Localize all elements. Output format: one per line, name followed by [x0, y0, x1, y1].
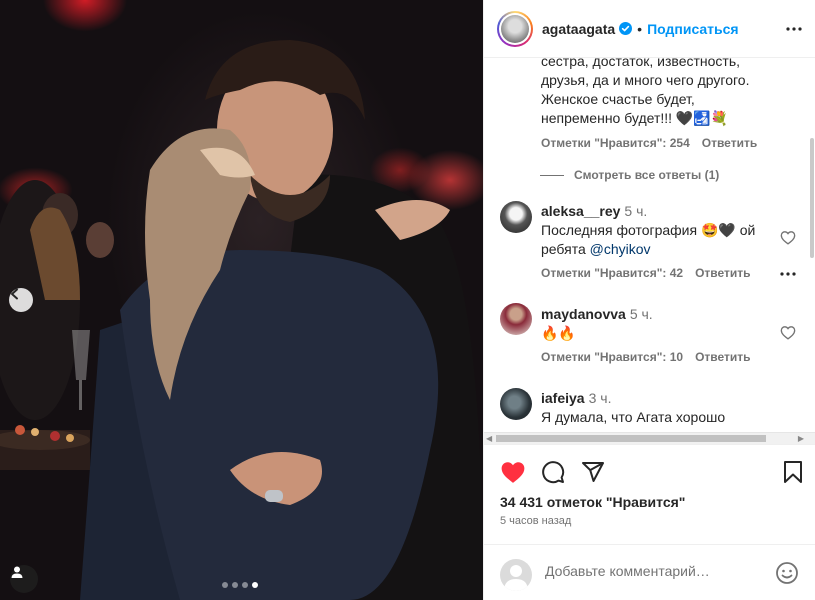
comment-text-line: непременно будет!!! 🖤🛃💐	[541, 110, 729, 126]
comment-item: aleksa__rey 5 ч. Последняя фотография 🤩🖤 …	[541, 203, 771, 280]
comment-item: maydanovva 5 ч. 🔥🔥 Отметки "Нравится": 10…	[541, 306, 771, 364]
carousel-dot	[232, 582, 238, 588]
separator-dot: •	[637, 20, 643, 37]
carousel-dot	[242, 582, 248, 588]
comment-item: iafeiya 3 ч. Я думала, что Агата хорошо	[541, 390, 771, 427]
like-heart-icon[interactable]	[500, 460, 526, 489]
view-replies-button[interactable]: Смотреть все ответы (1)	[540, 168, 719, 182]
vertical-scrollbar[interactable]	[809, 58, 815, 432]
carousel-dot	[222, 582, 228, 588]
tagged-users-button[interactable]	[10, 565, 38, 593]
comment-text-line: друзья, да и много чего другого.	[541, 72, 750, 88]
comment-text: 🔥🔥	[541, 325, 576, 341]
comment-likes-link[interactable]: Отметки "Нравится": 42	[541, 266, 683, 280]
comment-likes-link[interactable]: Отметки "Нравится": 254	[541, 136, 690, 150]
commenter-avatar[interactable]	[500, 303, 532, 335]
partial-comment: сестра, достаток, известность, друзья, д…	[541, 58, 757, 150]
comment-bubble-icon[interactable]	[541, 460, 565, 489]
comment-time[interactable]: 5 ч.	[630, 306, 653, 322]
scroll-left-arrow-icon[interactable]: ◀	[486, 434, 492, 443]
post-actions: 34 431 отметок "Нравится" 5 часов назад	[484, 444, 815, 544]
more-options-icon[interactable]	[785, 20, 803, 43]
mention-link[interactable]: @chyikov	[590, 241, 651, 257]
save-bookmark-icon[interactable]	[783, 460, 803, 489]
author-avatar[interactable]	[497, 10, 533, 47]
scroll-right-arrow-icon[interactable]: ▶	[798, 434, 804, 443]
commenter-avatar[interactable]	[500, 388, 532, 420]
commenter-avatar[interactable]	[500, 201, 532, 233]
comment-text-line: Женское счастье будет,	[541, 91, 695, 107]
comment-text: ребята	[541, 241, 590, 257]
like-comment-heart-icon[interactable]	[780, 325, 796, 345]
carousel-dot-active	[252, 582, 258, 588]
previous-slide-button[interactable]	[9, 288, 33, 312]
post-photo[interactable]	[0, 0, 483, 600]
reply-button[interactable]: Ответить	[702, 136, 757, 150]
comment-meta: Отметки "Нравится": 10 Ответить	[541, 350, 771, 364]
comment-input[interactable]	[545, 563, 745, 579]
comment-username[interactable]: iafeiya	[541, 390, 585, 406]
like-comment-heart-icon[interactable]	[780, 230, 796, 250]
share-send-icon[interactable]	[581, 460, 605, 489]
comment-options-icon[interactable]	[780, 264, 796, 282]
photo-illustration	[0, 40, 483, 600]
comment-meta: Отметки "Нравится": 42 Ответить	[541, 266, 771, 280]
comment-username[interactable]: aleksa__rey	[541, 203, 620, 219]
carousel-indicator	[222, 582, 258, 588]
emoji-smile-icon[interactable]	[775, 561, 799, 590]
comments-list[interactable]: сестра, достаток, известность, друзья, д…	[484, 58, 815, 432]
follow-button[interactable]: Подписаться	[647, 21, 739, 37]
scrollbar-thumb[interactable]	[496, 435, 766, 442]
view-replies-label: Смотреть все ответы (1)	[574, 168, 720, 182]
reply-button[interactable]: Ответить	[695, 350, 750, 364]
chevron-left-icon	[11, 288, 18, 300]
post-time-ago[interactable]: 5 часов назад	[500, 515, 571, 527]
reply-button[interactable]: Ответить	[695, 266, 750, 280]
comment-time[interactable]: 3 ч.	[589, 390, 612, 406]
person-icon	[11, 566, 23, 578]
add-comment-bar	[484, 544, 815, 600]
comment-username[interactable]: maydanovva	[541, 306, 626, 322]
comment-likes-link[interactable]: Отметки "Нравится": 10	[541, 350, 683, 364]
current-user-avatar	[500, 559, 532, 591]
post-header: agataagata • Подписаться	[484, 0, 815, 58]
comment-meta: Отметки "Нравится": 254 Ответить	[541, 136, 757, 150]
comment-text-line2: ребята @chyikov	[541, 240, 771, 259]
comment-text-line: сестра, достаток, известность,	[541, 58, 741, 69]
post-side-panel: agataagata • Подписаться сестра, достато…	[483, 0, 815, 600]
comment-text: Последняя фотография 🤩🖤 ой	[541, 222, 756, 238]
likes-count[interactable]: 34 431 отметок "Нравится"	[500, 494, 685, 510]
verified-badge-icon	[619, 22, 633, 35]
author-username[interactable]: agataagata	[542, 21, 615, 37]
comment-text: Я думала, что Агата хорошо	[541, 409, 726, 425]
comment-time[interactable]: 5 ч.	[624, 203, 647, 219]
horizontal-scrollbar[interactable]: ◀ ▶	[484, 432, 815, 444]
